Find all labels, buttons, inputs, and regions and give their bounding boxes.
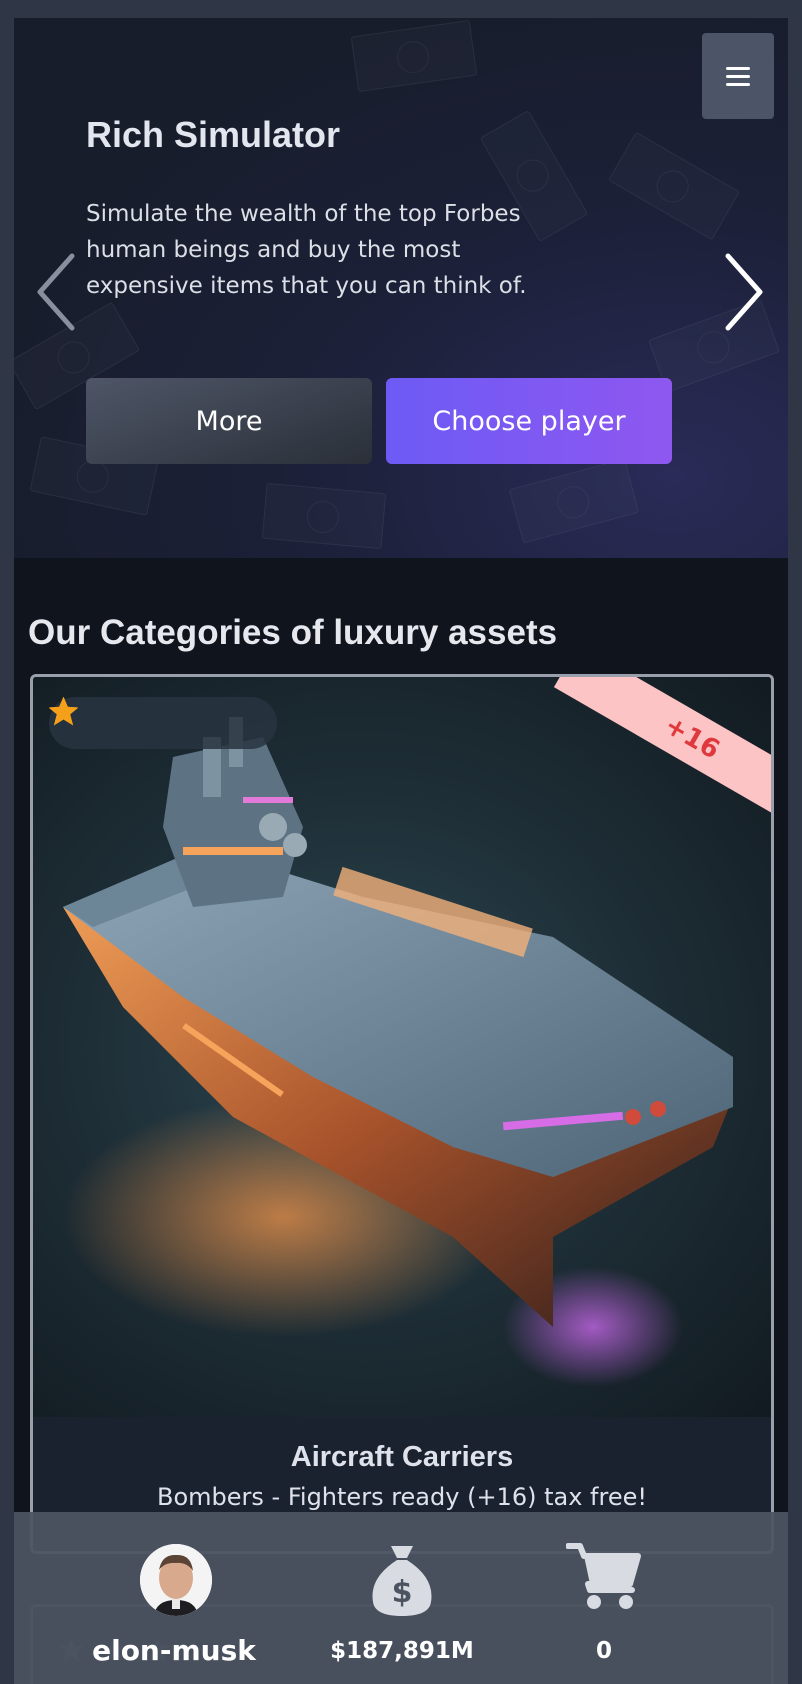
chevron-left-icon <box>37 253 75 331</box>
hero-background-decoration <box>350 19 478 93</box>
svg-text:$: $ <box>392 1575 413 1610</box>
category-name: Aircraft Carriers <box>290 1441 514 1473</box>
star-outline-icon <box>49 697 78 726</box>
choose-player-button[interactable]: Choose player <box>386 378 672 464</box>
category-subtitle: Bombers - Fighters ready (+16) tax free! <box>157 1483 647 1511</box>
app-frame: Rich Simulator Simulate the wealth of th… <box>14 18 788 1684</box>
hero-background-decoration <box>508 458 640 544</box>
balance-button[interactable]: $ $187,891M <box>312 1512 492 1684</box>
carousel-next-button[interactable] <box>722 250 766 334</box>
chevron-right-icon <box>725 253 763 331</box>
hero-description: Simulate the wealth of the top Forbes hu… <box>86 201 527 299</box>
category-card-aircraft-carriers[interactable]: +16 Aircraft Carriers Bombers - Fighters… <box>30 674 774 1554</box>
aircraft-carrier-image: +16 <box>33 677 771 1417</box>
star-rating <box>49 697 277 749</box>
player-profile-button[interactable]: elon-musk <box>74 1512 274 1684</box>
section-title: Our Categories of luxury assets <box>28 613 558 652</box>
cart-button[interactable]: 0 <box>534 1512 674 1684</box>
carousel-prev-button[interactable] <box>34 250 78 334</box>
hero-background-decoration <box>261 482 387 550</box>
hero-background-decoration <box>608 131 740 241</box>
aircraft-carrier-illustration <box>63 717 733 1387</box>
cart-count: 0 <box>595 1638 612 1664</box>
balance-amount: $187,891M <box>330 1638 474 1664</box>
player-name: elon-musk <box>92 1634 256 1667</box>
shopping-cart-icon <box>566 1543 641 1609</box>
player-avatar <box>140 1544 212 1616</box>
hero-title: Rich Simulator <box>86 114 341 155</box>
more-button[interactable]: More <box>86 378 372 464</box>
hamburger-icon <box>726 62 750 91</box>
money-bag-icon: $ <box>372 1546 432 1616</box>
hero-carousel: Rich Simulator Simulate the wealth of th… <box>14 18 788 558</box>
menu-button[interactable] <box>702 33 774 119</box>
bottom-bar: elon-musk $ $187,891M 0 <box>14 1512 788 1684</box>
avatar-portrait-icon <box>140 1544 212 1616</box>
